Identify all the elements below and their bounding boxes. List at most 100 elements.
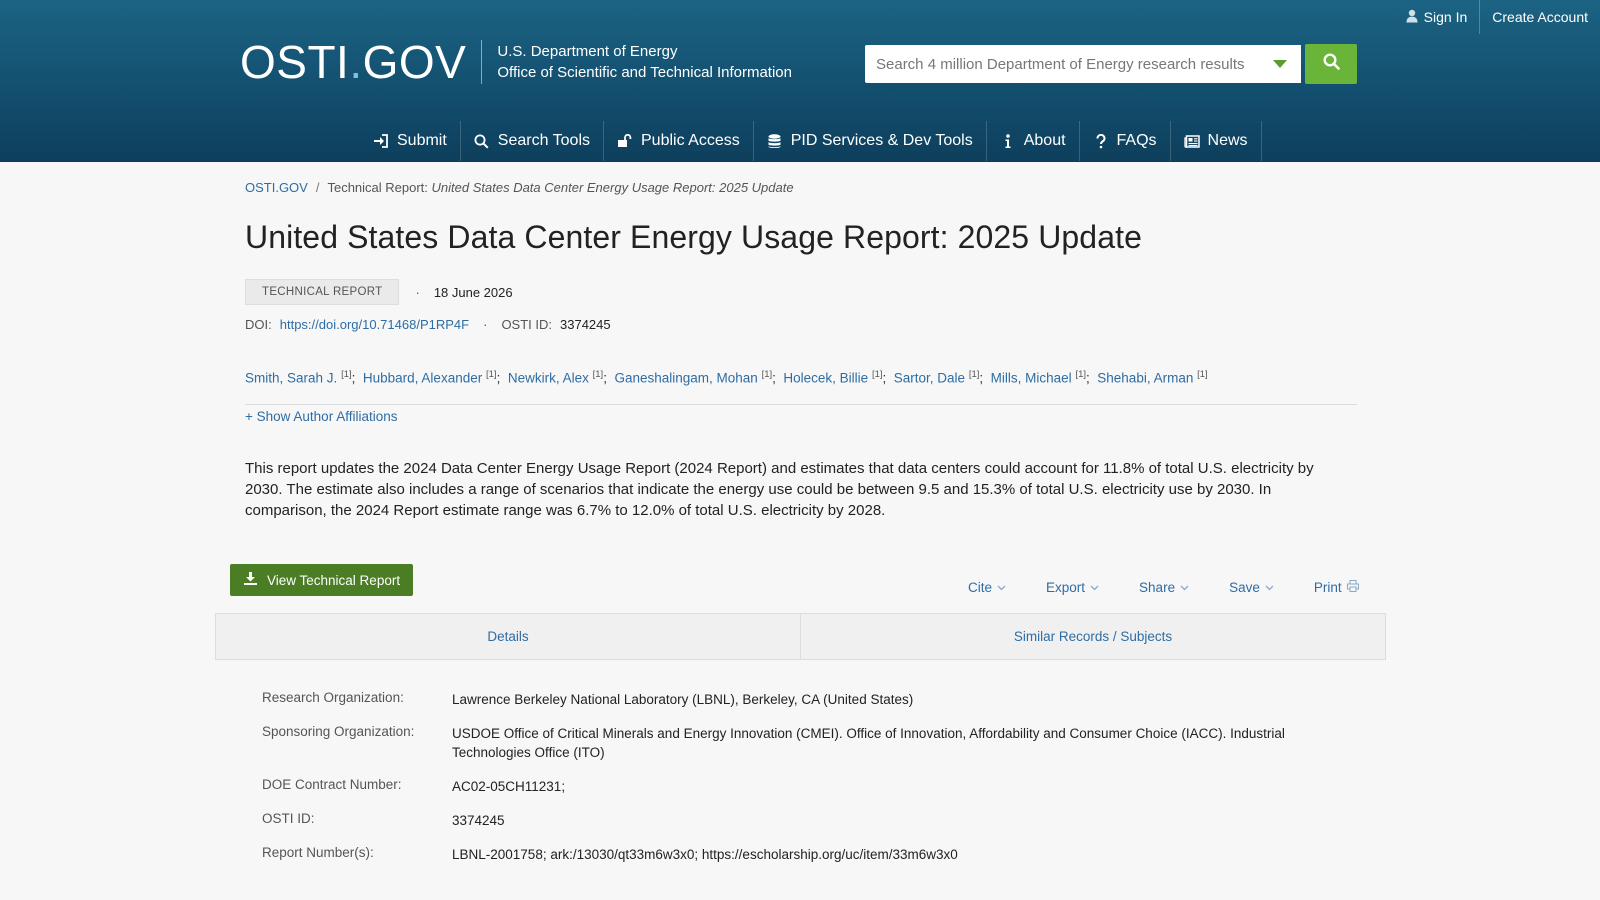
nav-pid-services[interactable]: PID Services & Dev Tools bbox=[754, 121, 987, 161]
logo-subtitle: U.S. Department of Energy Office of Scie… bbox=[497, 41, 792, 83]
detail-value: Lawrence Berkeley National Laboratory (L… bbox=[452, 692, 914, 707]
search-input[interactable] bbox=[876, 55, 1256, 73]
main-nav: Submit Search Tools Public Access PID Se… bbox=[360, 121, 1262, 163]
author-affiliation-ref: [1] bbox=[1075, 369, 1087, 380]
detail-value: 3374245 bbox=[452, 813, 505, 828]
detail-label: Sponsoring Organization: bbox=[262, 724, 415, 739]
site-header: Sign In Create Account OSTI.GOV U.S. Dep… bbox=[0, 0, 1600, 162]
author-affiliation-ref: [1] bbox=[486, 369, 497, 380]
cite-label: Cite bbox=[968, 580, 993, 595]
unlock-icon bbox=[617, 134, 633, 148]
nav-about-label: About bbox=[1023, 132, 1066, 149]
author-link[interactable]: Smith, Sarah J. bbox=[245, 371, 337, 386]
nav-news[interactable]: News bbox=[1171, 121, 1262, 161]
logo-dot: . bbox=[349, 36, 363, 88]
info-icon bbox=[1000, 133, 1016, 149]
author-link[interactable]: Hubbard, Alexander bbox=[363, 371, 482, 386]
breadcrumb-prefix: Technical Report: bbox=[327, 180, 432, 195]
logo-wordmark: OSTI.GOV bbox=[240, 38, 466, 86]
sign-in-link[interactable]: Sign In bbox=[1394, 0, 1480, 34]
print-button[interactable]: Print bbox=[1314, 580, 1359, 595]
detail-label: DOE Contract Number: bbox=[262, 777, 402, 792]
logo-gov: GOV bbox=[362, 36, 467, 88]
show-affiliations-link[interactable]: + Show Author Affiliations bbox=[245, 409, 397, 424]
site-search bbox=[865, 44, 1357, 84]
view-report-button[interactable]: View Technical Report bbox=[230, 564, 413, 596]
identifier-separator: · bbox=[483, 317, 488, 332]
cite-menu[interactable]: Cite bbox=[968, 580, 1006, 595]
share-menu[interactable]: Share bbox=[1139, 580, 1189, 595]
create-account-link[interactable]: Create Account bbox=[1480, 0, 1600, 34]
page-title: United States Data Center Energy Usage R… bbox=[245, 219, 1142, 255]
breadcrumb-home[interactable]: OSTI.GOV bbox=[245, 180, 308, 195]
tab-details[interactable]: Details bbox=[216, 614, 801, 659]
author-affiliation-ref: [1] bbox=[871, 369, 883, 380]
breadcrumb: OSTI.GOV / Technical Report: United States… bbox=[245, 180, 794, 195]
nav-submit[interactable]: Submit bbox=[360, 121, 461, 161]
author-affiliation-ref: [1] bbox=[1197, 369, 1208, 380]
author-link[interactable]: Mills, Michael bbox=[991, 371, 1072, 386]
author-affiliation-ref: [1] bbox=[341, 369, 352, 380]
logo-subtitle-line2: Office of Scientific and Technical Infor… bbox=[497, 64, 792, 81]
detail-label: OSTI ID: bbox=[262, 811, 315, 826]
author-link[interactable]: Newkirk, Alex bbox=[508, 371, 589, 386]
detail-row: OSTI ID: 3374245 bbox=[262, 811, 1302, 845]
doi-link[interactable]: https://doi.org/10.71468/P1RP4F bbox=[280, 317, 469, 332]
detail-row: Report Number(s): LBNL-2001758; ark:/130… bbox=[262, 845, 1302, 879]
search-box bbox=[865, 45, 1301, 83]
printer-icon bbox=[1346, 580, 1359, 595]
logo-osti: OSTI bbox=[240, 36, 350, 88]
nav-about[interactable]: About bbox=[987, 121, 1080, 161]
authors-divider bbox=[245, 404, 1357, 405]
chevron-down-icon bbox=[1180, 583, 1189, 593]
nav-submit-label: Submit bbox=[397, 132, 447, 149]
record-type-badge: TECHNICAL REPORT bbox=[245, 279, 400, 305]
record-actions: Cite Export Share Save Print bbox=[968, 580, 1359, 595]
nav-public-access-label: Public Access bbox=[641, 132, 740, 149]
create-account-label: Create Account bbox=[1492, 9, 1588, 25]
doi-label: DOI: bbox=[245, 317, 272, 332]
logo-divider bbox=[481, 40, 483, 84]
newspaper-icon bbox=[1183, 134, 1200, 148]
sign-in-label: Sign In bbox=[1423, 9, 1468, 25]
detail-value: AC02-05CH11231; bbox=[452, 779, 566, 794]
user-icon bbox=[1406, 9, 1418, 26]
save-menu[interactable]: Save bbox=[1229, 580, 1274, 595]
breadcrumb-current: United States Data Center Energy Usage R… bbox=[431, 180, 794, 195]
nav-faqs[interactable]: FAQs bbox=[1080, 121, 1171, 161]
chevron-down-icon bbox=[1090, 583, 1099, 593]
author-link[interactable]: Holecek, Billie bbox=[783, 371, 868, 386]
detail-label: Report Number(s): bbox=[262, 845, 374, 860]
detail-value: USDOE Office of Critical Minerals and En… bbox=[452, 726, 1285, 760]
meta-separator: · bbox=[415, 284, 420, 300]
logo-subtitle-line1: U.S. Department of Energy bbox=[497, 43, 678, 60]
nav-news-label: News bbox=[1207, 132, 1248, 149]
osti-id-value: 3374245 bbox=[560, 317, 611, 332]
question-icon bbox=[1093, 133, 1109, 149]
account-bar: Sign In Create Account bbox=[1394, 0, 1600, 34]
identifier-row: DOI: https://doi.org/10.71468/P1RP4F · O… bbox=[245, 317, 611, 332]
nav-public-access[interactable]: Public Access bbox=[604, 121, 754, 161]
tab-similar-records[interactable]: Similar Records / Subjects bbox=[801, 614, 1385, 659]
author-affiliation-ref: [1] bbox=[592, 369, 604, 380]
breadcrumb-separator: / bbox=[315, 180, 320, 195]
chevron-down-icon bbox=[997, 583, 1006, 593]
author-list: Smith, Sarah J. [1]; Hubbard, Alexander … bbox=[245, 369, 1208, 386]
osti-logo[interactable]: OSTI.GOV U.S. Department of Energy Offic… bbox=[240, 38, 792, 86]
detail-row: DOE Contract Number: AC02-05CH11231; bbox=[262, 777, 1302, 811]
details-table: Research Organization: Lawrence Berkeley… bbox=[262, 690, 1302, 879]
author-link[interactable]: Shehabi, Arman bbox=[1097, 371, 1193, 386]
detail-row: Sponsoring Organization: USDOE Office of… bbox=[262, 724, 1302, 777]
search-options-chevron-icon[interactable] bbox=[1273, 60, 1287, 68]
author-affiliation-ref: [1] bbox=[968, 369, 980, 380]
database-icon bbox=[767, 133, 783, 149]
author-link[interactable]: Ganeshalingam, Mohan bbox=[614, 371, 757, 386]
export-label: Export bbox=[1046, 580, 1086, 595]
author-affiliation-ref: [1] bbox=[761, 369, 773, 380]
search-button[interactable] bbox=[1305, 44, 1357, 84]
sign-in-arrow-icon bbox=[373, 134, 389, 148]
author-link[interactable]: Sartor, Dale bbox=[894, 371, 965, 386]
nav-search-tools[interactable]: Search Tools bbox=[461, 121, 604, 161]
export-menu[interactable]: Export bbox=[1046, 580, 1099, 595]
record-meta: TECHNICAL REPORT · 18 June 2026 bbox=[245, 279, 513, 305]
